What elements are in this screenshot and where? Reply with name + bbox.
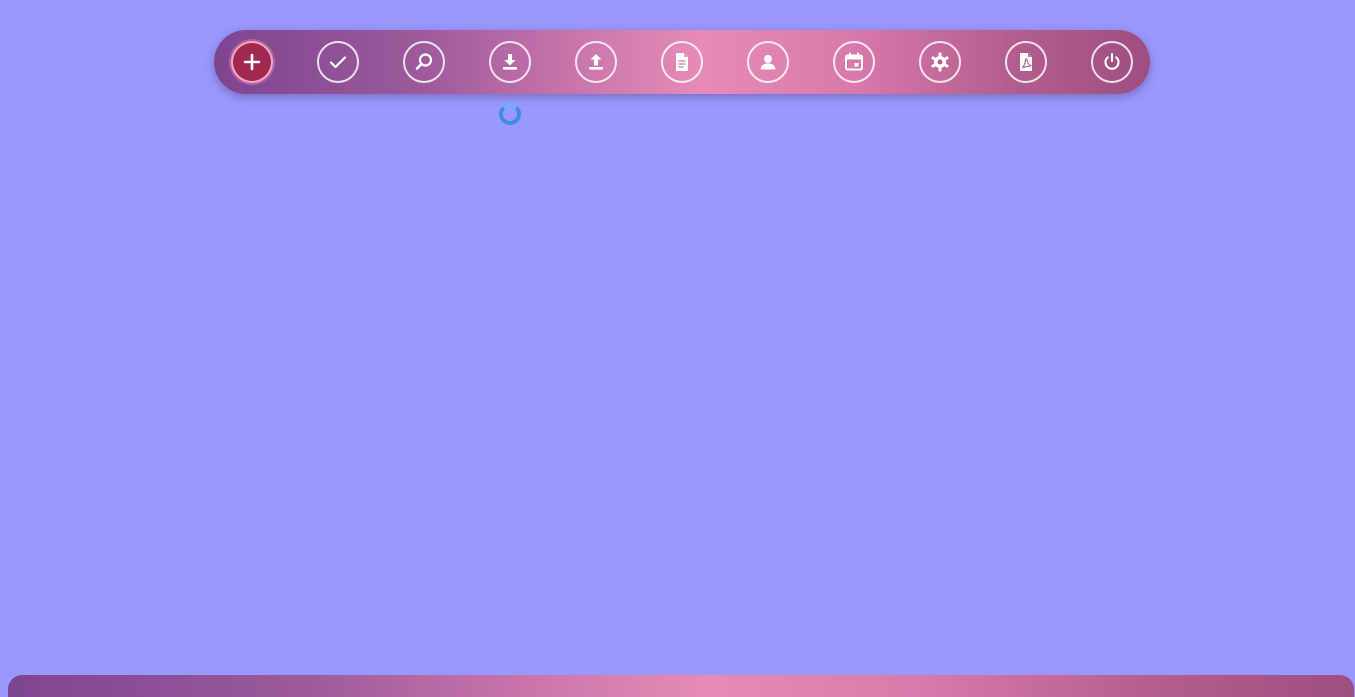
pdf-file-icon — [1020, 53, 1032, 71]
check-button[interactable] — [317, 41, 359, 83]
pdf-button[interactable] — [1005, 41, 1047, 83]
loading-spinner-icon — [499, 103, 521, 125]
search-button[interactable] — [403, 41, 445, 83]
app-page — [0, 0, 1355, 697]
document-icon — [676, 53, 688, 71]
bottom-bar — [8, 675, 1354, 697]
calendar-button[interactable] — [833, 41, 875, 83]
upload-icon — [589, 54, 603, 70]
search-icon — [415, 53, 433, 70]
main-toolbar — [214, 30, 1150, 94]
power-icon — [1104, 52, 1120, 70]
power-button[interactable] — [1091, 41, 1133, 83]
settings-button[interactable] — [919, 41, 961, 83]
document-button[interactable] — [661, 41, 703, 83]
user-icon — [760, 55, 776, 70]
add-button[interactable] — [231, 41, 273, 83]
gear-icon — [931, 52, 949, 72]
upload-button[interactable] — [575, 41, 617, 83]
plus-icon — [243, 53, 261, 71]
check-icon — [329, 56, 347, 69]
calendar-icon — [845, 52, 863, 71]
user-button[interactable] — [747, 41, 789, 83]
download-button[interactable] — [489, 41, 531, 83]
download-icon — [503, 54, 517, 70]
